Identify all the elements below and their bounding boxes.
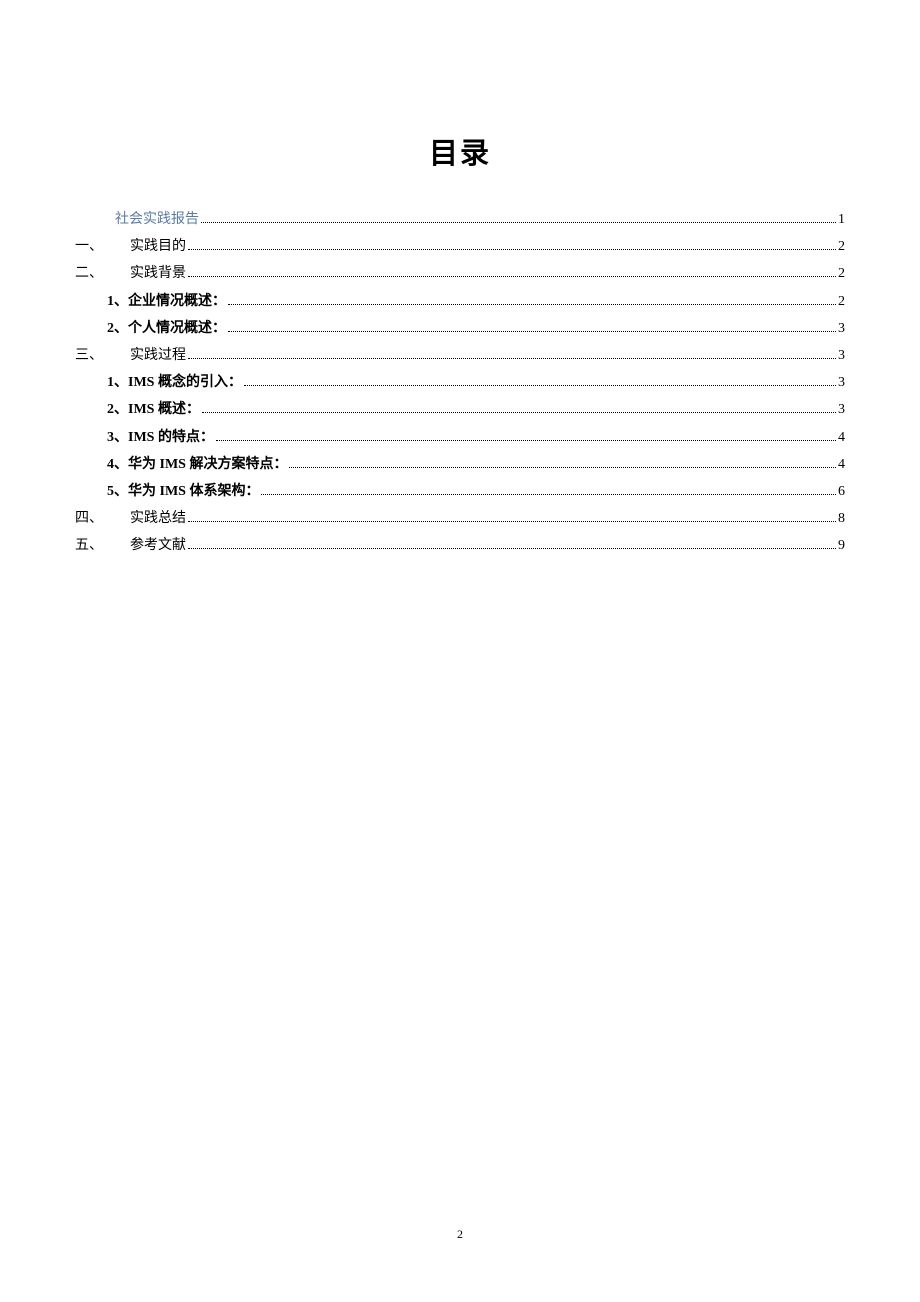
- toc-entry[interactable]: 四、实践总结 8: [75, 506, 845, 531]
- toc-entry[interactable]: 一、实践目的 2: [75, 234, 845, 259]
- toc-leader-dots: [188, 249, 836, 250]
- toc-entry-label: 华为 IMS 体系架构：: [128, 479, 259, 504]
- toc-entry-page: 2: [838, 261, 845, 286]
- toc-entry-page: 2: [838, 289, 845, 314]
- toc-entry[interactable]: 2、IMS 概述： 3: [75, 397, 845, 422]
- toc-entry-prefix: 2、: [107, 397, 128, 422]
- toc-leader-dots: [188, 521, 836, 522]
- toc-entry-page: 3: [838, 316, 845, 341]
- toc-entry-label: 实践过程: [130, 343, 186, 368]
- toc-entry-prefix: 四、: [75, 506, 110, 531]
- toc-entry[interactable]: 4、华为 IMS 解决方案特点： 4: [75, 452, 845, 477]
- toc-entry-page: 2: [838, 234, 845, 259]
- toc-entry-label: IMS 概述：: [128, 397, 200, 422]
- toc-entry-page: 6: [838, 479, 845, 504]
- toc-entry-label: 社会实践报告: [115, 207, 199, 232]
- toc-entry-label: 个人情况概述：: [128, 316, 226, 341]
- toc-entry-page: 8: [838, 506, 845, 531]
- toc-leader-dots: [188, 276, 836, 277]
- toc-leader-dots: [202, 412, 836, 413]
- toc-entry-prefix: 1、: [107, 370, 128, 395]
- toc-entry-page: 1: [838, 207, 845, 232]
- toc-entry-label: IMS 的特点：: [128, 425, 214, 450]
- toc-leader-dots: [261, 494, 836, 495]
- toc-entry-label: 参考文献: [130, 533, 186, 558]
- toc-entry-label: IMS 概念的引入：: [128, 370, 242, 395]
- toc-entry[interactable]: 1、企业情况概述： 2: [75, 289, 845, 314]
- toc-entry-prefix: 2、: [107, 316, 128, 341]
- toc-title: 目录: [75, 130, 845, 172]
- toc-entry[interactable]: 2、个人情况概述： 3: [75, 316, 845, 341]
- toc-leader-dots: [228, 331, 836, 332]
- toc-entry-prefix: 五、: [75, 533, 110, 558]
- toc-leader-dots: [216, 440, 836, 441]
- toc-leader-dots: [244, 385, 836, 386]
- toc-entry-page: 4: [838, 452, 845, 477]
- toc-entry-prefix: 二、: [75, 261, 110, 286]
- toc-entry[interactable]: 五、参考文献 9: [75, 533, 845, 558]
- toc-entry-prefix: 一、: [75, 234, 110, 259]
- toc-entry-label: 实践目的: [130, 234, 186, 259]
- toc-entry-page: 3: [838, 343, 845, 368]
- toc-entry-label: 实践背景: [130, 261, 186, 286]
- toc-entry[interactable]: 5、华为 IMS 体系架构： 6: [75, 479, 845, 504]
- toc-leader-dots: [188, 548, 836, 549]
- toc-entry-prefix: 4、: [107, 452, 128, 477]
- toc-leader-dots: [289, 467, 836, 468]
- toc-entry[interactable]: 二、实践背景 2: [75, 261, 845, 286]
- page-number: 2: [0, 1227, 920, 1242]
- toc-entry-label: 华为 IMS 解决方案特点：: [128, 452, 287, 477]
- toc-entry[interactable]: 1、IMS 概念的引入： 3: [75, 370, 845, 395]
- toc-entry-page: 3: [838, 370, 845, 395]
- toc-entry[interactable]: 三、实践过程 3: [75, 343, 845, 368]
- toc-leader-dots: [228, 304, 836, 305]
- toc-entry-page: 3: [838, 397, 845, 422]
- toc-entry-prefix: 1、: [107, 289, 128, 314]
- toc-entry-prefix: 3、: [107, 425, 128, 450]
- toc-entry-label: 企业情况概述：: [128, 289, 226, 314]
- toc-entry-label: 实践总结: [130, 506, 186, 531]
- toc-entry[interactable]: 社会实践报告 1: [75, 207, 845, 232]
- toc-entry-page: 9: [838, 533, 845, 558]
- toc-entry-prefix: 三、: [75, 343, 110, 368]
- toc-entry-page: 4: [838, 425, 845, 450]
- toc-leader-dots: [201, 222, 836, 223]
- toc-leader-dots: [188, 358, 836, 359]
- toc-entry-prefix: 5、: [107, 479, 128, 504]
- toc-entry[interactable]: 3、IMS 的特点： 4: [75, 425, 845, 450]
- table-of-contents: 社会实践报告1一、实践目的2二、实践背景21、企业情况概述：22、个人情况概述：…: [75, 207, 845, 558]
